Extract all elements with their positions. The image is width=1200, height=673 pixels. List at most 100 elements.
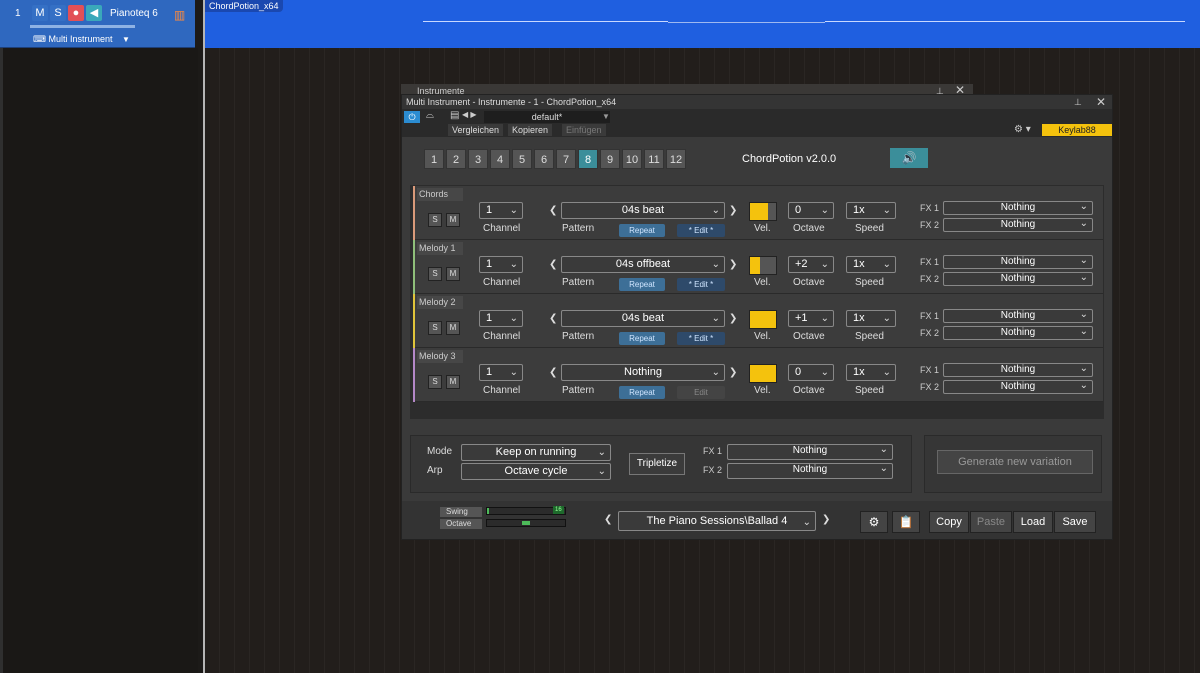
- fx2-select[interactable]: Nothing ⌄: [943, 380, 1093, 394]
- paste-button[interactable]: Einfügen: [562, 124, 606, 136]
- speed-select[interactable]: 1x ⌄: [846, 202, 896, 219]
- velocity-meter[interactable]: [749, 364, 777, 383]
- velocity-meter[interactable]: [749, 202, 777, 221]
- solo-button[interactable]: S: [428, 321, 442, 335]
- mode-select[interactable]: Keep on running ⌄: [461, 444, 611, 461]
- pattern-next-icon[interactable]: ❯: [729, 205, 737, 216]
- pattern-button-2[interactable]: 2: [446, 149, 466, 169]
- pattern-select[interactable]: 04s offbeat ⌄: [561, 256, 725, 273]
- track-solo-button[interactable]: S: [50, 5, 66, 21]
- pattern-next-icon[interactable]: ❯: [729, 259, 737, 270]
- swing-slider[interactable]: 16: [486, 506, 566, 515]
- speaker-icon[interactable]: 🔊: [890, 148, 928, 168]
- fx2-select[interactable]: Nothing ⌄: [943, 218, 1093, 232]
- speed-select[interactable]: 1x ⌄: [846, 310, 896, 327]
- channel-select[interactable]: 1 ⌄: [479, 364, 523, 381]
- settings-gear-icon[interactable]: ⚙: [860, 511, 888, 533]
- octave-slider[interactable]: [486, 519, 566, 527]
- track-volume-bar[interactable]: [30, 25, 135, 28]
- record-arm-button[interactable]: ●: [68, 5, 84, 21]
- preset-selector[interactable]: default*: [484, 111, 610, 123]
- repeat-button[interactable]: Repeat: [619, 386, 665, 399]
- octave-select[interactable]: 0 ⌄: [788, 202, 834, 219]
- pattern-button-3[interactable]: 3: [468, 149, 488, 169]
- track-header[interactable]: 1 M S ● ◀ Pianoteq 6 ▥ ⌨ Multi Instrumen…: [0, 0, 195, 48]
- gear-icon[interactable]: ⚙ ▾: [1014, 124, 1031, 135]
- pattern-select[interactable]: Nothing ⌄: [561, 364, 725, 381]
- mute-button[interactable]: M: [446, 213, 460, 227]
- pattern-prev-icon[interactable]: ❮: [549, 259, 557, 270]
- mute-button[interactable]: M: [446, 375, 460, 389]
- bypass-icon[interactable]: ⌓: [426, 110, 434, 121]
- compare-button[interactable]: Vergleichen: [448, 124, 504, 136]
- pattern-button-1[interactable]: 1: [424, 149, 444, 169]
- fx2-select[interactable]: Nothing ⌄: [943, 272, 1093, 286]
- channel-select[interactable]: 1 ⌄: [479, 256, 523, 273]
- load-preset-button[interactable]: Load: [1013, 511, 1053, 533]
- preset-prev-icon[interactable]: ❮: [604, 514, 612, 525]
- velocity-meter[interactable]: [749, 256, 777, 275]
- preset-next-icon[interactable]: ❯: [822, 514, 830, 525]
- mute-button[interactable]: M: [446, 321, 460, 335]
- tripletize-button[interactable]: Tripletize: [629, 453, 685, 475]
- fx1-select[interactable]: Nothing ⌄: [943, 255, 1093, 269]
- pattern-button-9[interactable]: 9: [600, 149, 620, 169]
- fx2-select[interactable]: Nothing ⌄: [943, 326, 1093, 340]
- edit-button[interactable]: * Edit *: [677, 278, 725, 291]
- fx1-select[interactable]: Nothing ⌄: [943, 309, 1093, 323]
- pattern-button-12[interactable]: 12: [666, 149, 686, 169]
- edit-button[interactable]: Edit: [677, 386, 725, 399]
- pattern-prev-icon[interactable]: ❮: [549, 313, 557, 324]
- clipboard-icon[interactable]: 📋: [892, 511, 920, 533]
- track-mute-button[interactable]: M: [32, 5, 48, 21]
- global-fx1-select[interactable]: Nothing ⌄: [727, 444, 893, 460]
- preset-library-select[interactable]: The Piano Sessions\Ballad 4 ⌄: [618, 511, 816, 531]
- fx1-select[interactable]: Nothing ⌄: [943, 363, 1093, 377]
- repeat-button[interactable]: Repeat: [619, 224, 665, 237]
- window-title-bar[interactable]: Multi Instrument - Instrumente - 1 - Cho…: [402, 95, 1112, 109]
- fx1-select[interactable]: Nothing ⌄: [943, 201, 1093, 215]
- channel-select[interactable]: 1 ⌄: [479, 310, 523, 327]
- pattern-button-10[interactable]: 10: [622, 149, 642, 169]
- monitor-button[interactable]: ◀: [86, 5, 102, 21]
- pattern-select[interactable]: 04s beat ⌄: [561, 202, 725, 219]
- pattern-button-6[interactable]: 6: [534, 149, 554, 169]
- pattern-prev-icon[interactable]: ❮: [549, 205, 557, 216]
- edit-button[interactable]: * Edit *: [677, 224, 725, 237]
- save-preset-button[interactable]: Save: [1054, 511, 1096, 533]
- octave-select[interactable]: +2 ⌄: [788, 256, 834, 273]
- channel-select[interactable]: 1 ⌄: [479, 202, 523, 219]
- close-icon[interactable]: ✕: [1096, 95, 1106, 109]
- arp-select[interactable]: Octave cycle ⌄: [461, 463, 611, 480]
- global-fx2-select[interactable]: Nothing ⌄: [727, 463, 893, 479]
- speed-select[interactable]: 1x ⌄: [846, 256, 896, 273]
- repeat-button[interactable]: Repeat: [619, 332, 665, 345]
- pin-icon[interactable]: ⊥: [1074, 95, 1082, 109]
- octave-select[interactable]: +1 ⌄: [788, 310, 834, 327]
- mute-button[interactable]: M: [446, 267, 460, 281]
- solo-button[interactable]: S: [428, 213, 442, 227]
- pattern-select[interactable]: 04s beat ⌄: [561, 310, 725, 327]
- speed-select[interactable]: 1x ⌄: [846, 364, 896, 381]
- copy-preset-button[interactable]: Copy: [929, 511, 969, 533]
- velocity-meter[interactable]: [749, 310, 777, 329]
- edit-button[interactable]: * Edit *: [677, 332, 725, 345]
- copy-button[interactable]: Kopieren: [508, 124, 553, 136]
- pattern-next-icon[interactable]: ❯: [729, 313, 737, 324]
- instrument-clip[interactable]: [205, 0, 1200, 48]
- paste-preset-button[interactable]: Paste: [970, 511, 1012, 533]
- pattern-button-4[interactable]: 4: [490, 149, 510, 169]
- instrument-select[interactable]: ⌨ Multi Instrument ▼: [30, 33, 135, 46]
- preset-file-icon[interactable]: ▤: [450, 110, 459, 121]
- pattern-button-11[interactable]: 11: [644, 149, 664, 169]
- repeat-button[interactable]: Repeat: [619, 278, 665, 291]
- track-name[interactable]: Pianoteq 6: [110, 8, 158, 19]
- octave-select[interactable]: 0 ⌄: [788, 364, 834, 381]
- pattern-button-5[interactable]: 5: [512, 149, 532, 169]
- solo-button[interactable]: S: [428, 267, 442, 281]
- generate-variation-button[interactable]: Generate new variation: [937, 450, 1093, 474]
- pattern-button-7[interactable]: 7: [556, 149, 576, 169]
- power-icon[interactable]: ⏻: [404, 111, 420, 123]
- pattern-next-icon[interactable]: ❯: [729, 367, 737, 378]
- pattern-prev-icon[interactable]: ❮: [549, 367, 557, 378]
